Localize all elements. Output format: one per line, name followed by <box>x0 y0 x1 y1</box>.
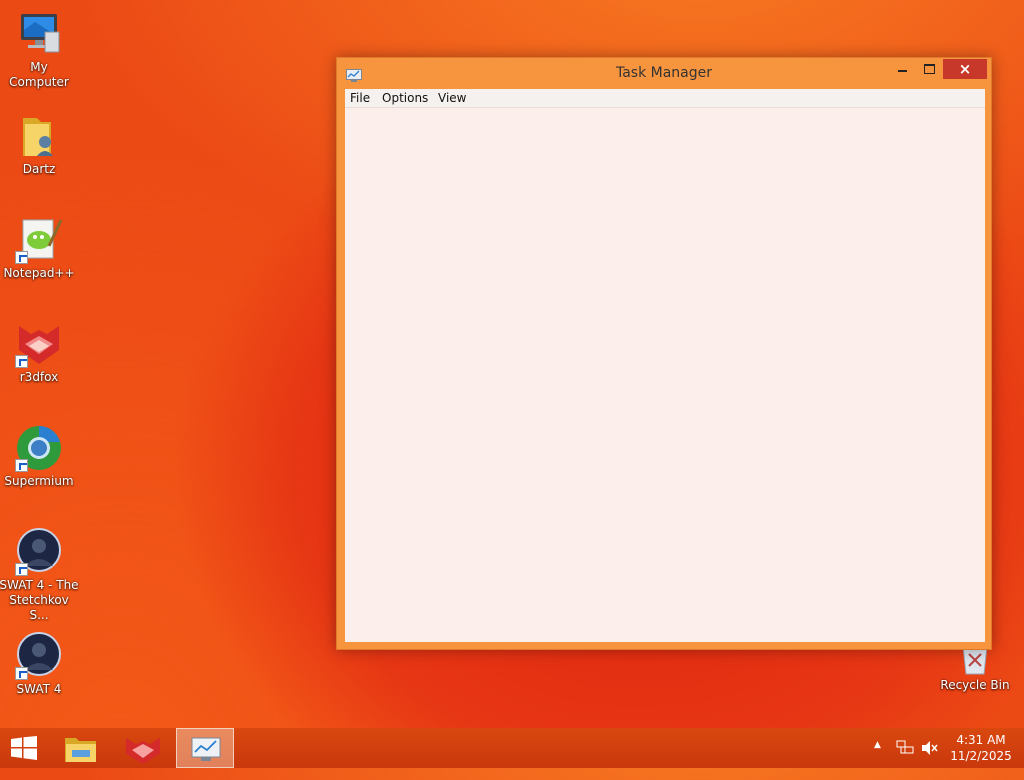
shortcut-arrow-icon <box>15 355 28 368</box>
shortcut-arrow-icon <box>15 563 28 576</box>
desktop-icon-label: Dartz <box>22 162 56 176</box>
shortcut-arrow-icon <box>15 667 28 680</box>
clock-time: 4:31 AM <box>956 733 1006 747</box>
desktop-icon-label: Supermium <box>4 474 74 488</box>
desktop-icon-label: SWAT 4 - The Stetchkov S... <box>0 578 79 622</box>
minimize-button[interactable] <box>889 59 915 79</box>
maximize-button[interactable] <box>916 59 942 79</box>
system-clock[interactable]: 4:31 AM 11/2/2025 <box>946 732 1016 764</box>
desktop-icon-dartz[interactable]: Dartz <box>0 112 79 177</box>
network-icon[interactable] <box>896 740 914 780</box>
swat4-icon <box>15 632 63 680</box>
desktop-icon-swat4[interactable]: SWAT 4 <box>0 632 79 697</box>
file-explorer-icon <box>65 738 96 762</box>
show-hidden-icons-button[interactable]: ▲ <box>874 740 881 780</box>
desktop-icon-label: My Computer <box>9 60 69 89</box>
notepadpp-icon <box>15 216 63 264</box>
shortcut-arrow-icon <box>15 251 28 264</box>
desktop-icon-label: Notepad++ <box>3 266 75 280</box>
desktop-icon-notepadpp[interactable]: Notepad++ <box>0 216 79 281</box>
r3dfox-icon <box>126 738 160 764</box>
start-button[interactable] <box>10 736 38 760</box>
task-manager-window[interactable]: Task Manager × File Options View <box>336 57 992 650</box>
clock-date: 11/2/2025 <box>950 749 1012 763</box>
desktop-icon-label: r3dfox <box>19 370 59 384</box>
taskbar-r3dfox[interactable] <box>114 728 172 768</box>
desktop-icon-supermium[interactable]: Supermium <box>0 424 79 489</box>
menu-options[interactable]: Options <box>382 91 428 105</box>
computer-icon <box>15 10 63 58</box>
desktop-icon-swat4-stetchkov[interactable]: SWAT 4 - The Stetchkov S... <box>0 528 79 623</box>
supermium-icon <box>15 424 63 472</box>
menu-bar: File Options View <box>345 89 985 108</box>
close-button[interactable]: × <box>943 59 987 79</box>
window-content-area[interactable] <box>345 108 985 642</box>
window-titlebar[interactable]: Task Manager × <box>337 58 991 89</box>
desktop-icon-label: SWAT 4 <box>16 682 62 696</box>
menu-file[interactable]: File <box>350 91 370 105</box>
taskbar: ▲ 4:31 AM 11/2/2025 <box>0 728 1024 768</box>
close-icon: × <box>958 60 972 78</box>
volume-muted-icon[interactable] <box>921 740 939 780</box>
menu-view[interactable]: View <box>438 91 466 105</box>
swat4-icon <box>15 528 63 576</box>
r3dfox-icon <box>15 320 63 368</box>
windows-logo-icon <box>11 736 37 760</box>
taskbar-task-manager[interactable] <box>176 728 234 768</box>
desktop-icon-label: Recycle Bin <box>940 678 1010 692</box>
shortcut-arrow-icon <box>15 459 28 472</box>
task-manager-icon <box>191 737 221 761</box>
taskbar-file-explorer[interactable] <box>52 728 110 768</box>
user-folder-icon <box>15 112 63 160</box>
desktop-icon-r3dfox[interactable]: r3dfox <box>0 320 79 385</box>
desktop-icon-my-computer[interactable]: My Computer <box>0 10 79 90</box>
